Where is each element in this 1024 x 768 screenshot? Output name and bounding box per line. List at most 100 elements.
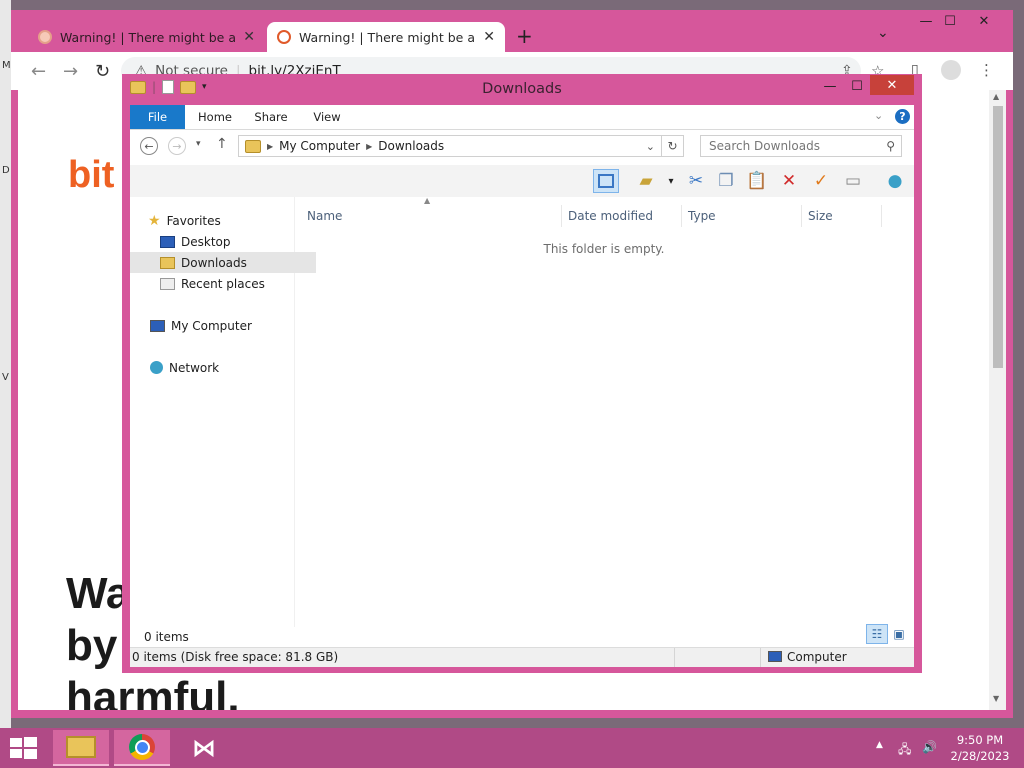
maximize-button[interactable]: ☐ [933, 10, 967, 32]
column-type[interactable]: Type [682, 205, 802, 227]
site-favicon-icon [277, 30, 291, 44]
tab-view[interactable]: View [302, 105, 352, 129]
nav-label: Downloads [181, 255, 247, 270]
nav-label: My Computer [171, 318, 252, 333]
search-input[interactable]: Search Downloads ⚲ [700, 135, 902, 157]
preview-pane-icon[interactable] [593, 169, 619, 193]
expand-ribbon-icon[interactable]: ⌄ [874, 109, 883, 122]
show-hidden-icons-icon[interactable]: ▲ [876, 740, 883, 750]
explorer-titlebar[interactable]: | ▾ Downloads — ☐ ✕ [122, 74, 922, 105]
rename-icon[interactable]: ▭ [840, 169, 866, 193]
help-icon[interactable]: ? [895, 109, 910, 124]
volume-icon[interactable]: 🔊 [922, 740, 937, 754]
ribbon-tabs: File Home Share View ⌄ ? [130, 105, 914, 130]
chevron-right-icon: ▶ [267, 141, 274, 151]
search-placeholder: Search Downloads [709, 139, 820, 153]
desktop-edge-glyph: M [2, 60, 11, 71]
nav-label: Desktop [181, 234, 231, 249]
tab-home[interactable]: Home [190, 105, 240, 129]
site-favicon-icon [38, 30, 52, 44]
refresh-icon[interactable]: ↻ [662, 135, 684, 157]
page-scrollbar[interactable]: ▲ ▼ [989, 90, 1006, 710]
taskbar-visual-studio[interactable]: ⋈ [176, 730, 232, 766]
desktop-edge [0, 0, 11, 728]
column-name[interactable]: Name [301, 205, 562, 227]
network-tray-icon[interactable]: 🖧 [898, 740, 911, 761]
bitly-logo: bit [68, 154, 115, 196]
page-heading-line: harmful. [66, 673, 240, 710]
status-bar: 0 items (Disk free space: 81.8 GB) Compu… [130, 647, 914, 667]
recent-places-icon [160, 277, 175, 290]
back-icon[interactable]: ← [140, 137, 158, 155]
reload-icon[interactable]: ↻ [95, 61, 110, 82]
taskbar-chrome[interactable] [114, 730, 170, 766]
cut-icon[interactable]: ✂ [683, 169, 709, 193]
breadcrumb-downloads[interactable]: Downloads [378, 139, 444, 153]
desktop-edge-glyph: V [2, 372, 9, 383]
clock[interactable]: 9:50 PM 2/28/2023 [944, 732, 1016, 764]
chevron-down-icon[interactable]: ⌄ [646, 140, 655, 153]
page-heading-line: by [66, 621, 118, 670]
folder-options-icon[interactable]: ▰ [633, 169, 659, 193]
clock-date: 2/28/2023 [950, 749, 1010, 763]
empty-folder-message: This folder is empty. [543, 242, 665, 256]
new-tab-icon[interactable]: + [516, 24, 533, 48]
item-count: 0 items [144, 630, 189, 644]
nav-recent-places[interactable]: Recent places [130, 273, 316, 294]
shell-icon[interactable]: ● [882, 169, 908, 193]
explorer-close-button[interactable]: ✕ [870, 75, 914, 95]
nav-desktop[interactable]: Desktop [130, 231, 316, 252]
tab-warning-2[interactable]: Warning! | There might be a probl ✕ [267, 22, 505, 52]
column-size[interactable]: Size [802, 205, 882, 227]
tab-close-icon[interactable]: ✕ [483, 29, 495, 45]
computer-icon [768, 651, 782, 662]
item-count-bar: 0 items [130, 627, 914, 647]
breadcrumb-my-computer[interactable]: My Computer [279, 139, 360, 153]
column-date-modified[interactable]: Date modified [562, 205, 682, 227]
nav-label: Favorites [166, 213, 221, 228]
address-row: ← → ▾ ↑ ▶ My Computer ▶ Downloads ⌄ ↻ Se… [130, 130, 914, 164]
computer-icon [150, 319, 165, 332]
command-bar: ▰ ▾ ✂ ❐ 📋 ✕ ✓ ▭ ● [130, 165, 914, 197]
file-explorer-icon [66, 736, 96, 758]
recent-locations-icon[interactable]: ▾ [196, 139, 201, 149]
taskbar-file-explorer[interactable] [53, 730, 109, 766]
forward-icon[interactable]: → [168, 137, 186, 155]
tab-close-icon[interactable]: ✕ [243, 29, 255, 45]
delete-icon[interactable]: ✕ [776, 169, 802, 193]
large-icons-view-icon[interactable]: ▣ [888, 624, 910, 644]
nav-my-computer[interactable]: My Computer [130, 315, 306, 336]
menu-dots-icon[interactable]: ⋮ [979, 61, 994, 79]
downloads-folder-icon [160, 256, 175, 269]
profile-avatar[interactable] [941, 60, 961, 80]
navigation-pane: ★ Favorites Desktop Downloads Recent pla… [130, 197, 316, 627]
start-button[interactable] [10, 737, 38, 759]
tab-share[interactable]: Share [246, 105, 296, 129]
details-view-icon[interactable]: ☷ [866, 624, 888, 644]
explorer-minimize-button[interactable]: — [815, 76, 845, 96]
paste-icon[interactable]: 📋 [744, 169, 770, 193]
clock-time: 9:50 PM [956, 733, 1004, 747]
explorer-maximize-button[interactable]: ☐ [842, 76, 872, 96]
close-button[interactable]: ✕ [967, 10, 1001, 32]
explorer-window: | ▾ Downloads — ☐ ✕ File Home Share View… [122, 74, 922, 673]
star-icon: ★ [148, 212, 161, 229]
desktop-icon [160, 235, 175, 248]
scrollbar-thumb[interactable] [993, 106, 1003, 368]
nav-downloads[interactable]: Downloads [130, 252, 316, 273]
tab-strip: Warning! | There might be a probl ✕ Warn… [11, 10, 1013, 52]
tab-search-icon[interactable]: ⌄ [877, 25, 889, 41]
nav-favorites[interactable]: ★ Favorites [130, 210, 304, 231]
sort-arrow-icon: ▲ [424, 196, 431, 205]
back-icon[interactable]: ← [31, 61, 46, 82]
tab-file[interactable]: File [130, 105, 185, 129]
explorer-address-bar[interactable]: ▶ My Computer ▶ Downloads ⌄ [238, 135, 662, 157]
copy-icon[interactable]: ❐ [713, 169, 739, 193]
nav-network[interactable]: Network [130, 357, 306, 378]
up-icon[interactable]: ↑ [216, 136, 228, 152]
explorer-title: Downloads [482, 81, 562, 97]
forward-icon[interactable]: → [63, 61, 78, 82]
tab-warning-1[interactable]: Warning! | There might be a probl ✕ [28, 22, 265, 52]
checkmark-icon[interactable]: ✓ [808, 169, 834, 193]
options-dropdown-icon[interactable]: ▾ [658, 169, 684, 193]
